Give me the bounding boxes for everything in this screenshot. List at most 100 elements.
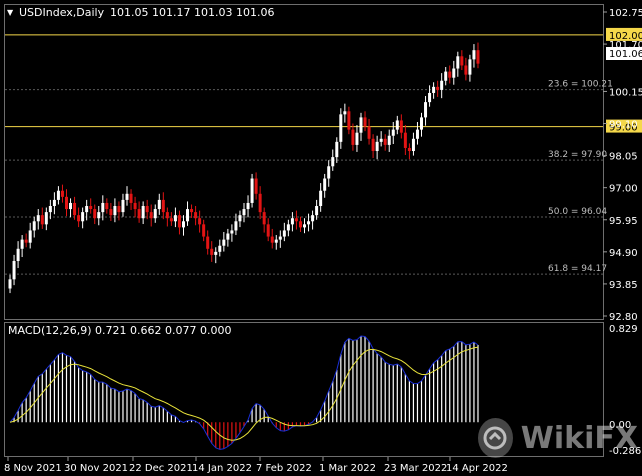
time-tick-label: 8 Nov 2021	[4, 463, 62, 474]
bull-candle	[468, 59, 472, 75]
price-tick-label: 97.00	[609, 184, 638, 195]
bear-candle	[210, 248, 214, 255]
price-tick-label: 94.90	[609, 248, 638, 259]
bear-candle	[145, 206, 149, 213]
macd-top-label: 0.829	[609, 324, 638, 335]
bear-candle	[262, 212, 266, 225]
bull-candle	[282, 230, 286, 237]
bull-candle	[81, 212, 85, 222]
wikifx-logo-icon	[478, 418, 513, 458]
main-panel-frame	[4, 4, 604, 320]
collapse-arrow-icon[interactable]: ▼	[7, 8, 14, 17]
bear-candle	[407, 147, 411, 152]
bull-candle	[242, 209, 246, 216]
bull-candle	[303, 224, 307, 228]
bull-candle	[343, 111, 347, 115]
bear-candle	[399, 120, 403, 133]
bull-candle	[181, 221, 185, 228]
bull-candle	[307, 221, 311, 225]
current-price-label: 101.06	[609, 49, 642, 60]
bull-candle	[375, 141, 379, 152]
bull-candle	[331, 157, 335, 167]
bear-candle	[89, 206, 93, 210]
bear-candle	[105, 202, 109, 210]
bull-candle	[335, 141, 339, 158]
watermark: WikiFX	[478, 414, 638, 462]
price-tick-label: 102.75	[609, 8, 642, 19]
time-tick-label: 14 Apr 2022	[446, 463, 508, 474]
bear-candle	[73, 202, 77, 216]
bull-candle	[141, 206, 145, 219]
bear-candle	[476, 50, 480, 64]
bear-candle	[190, 209, 194, 213]
bull-candle	[69, 202, 73, 210]
bull-candle	[387, 135, 391, 145]
bull-candle	[8, 279, 12, 289]
bear-candle	[347, 111, 351, 130]
bear-candle	[93, 209, 97, 219]
price-chart[interactable]: 23.6 = 100.21 38.2 = 97.90 50.0 = 96.04 61.…	[0, 0, 642, 476]
bull-candle	[355, 132, 359, 145]
price-tick-label: 98.05	[609, 152, 638, 163]
watermark-text: WikiFX	[520, 420, 638, 456]
bear-candle	[109, 209, 113, 216]
macd-line	[9, 335, 479, 450]
bull-candle	[472, 50, 476, 60]
bear-candle	[298, 221, 302, 228]
bear-candle	[403, 132, 407, 148]
bear-candle	[137, 209, 141, 219]
candlesticks	[8, 42, 480, 294]
bull-candle	[274, 239, 278, 243]
bull-candle	[379, 138, 383, 142]
bear-candle	[194, 212, 198, 219]
bull-candle	[286, 224, 290, 231]
bull-candle	[28, 230, 32, 243]
bull-candle	[420, 117, 424, 130]
fib-level-label: 23.6 = 100.21	[548, 80, 613, 90]
bull-candle	[444, 71, 448, 81]
bull-candle	[153, 209, 157, 219]
bull-candle	[20, 239, 24, 249]
price-tick-label: 100.15	[609, 87, 642, 98]
bull-candle	[411, 138, 415, 152]
bull-candle	[234, 221, 238, 231]
bull-candle	[52, 199, 56, 207]
bull-candle	[391, 129, 395, 136]
bull-candle	[428, 92, 432, 103]
bull-candle	[359, 117, 363, 133]
bear-candle	[117, 206, 121, 213]
bear-candle	[266, 224, 270, 237]
bull-candle	[121, 199, 125, 213]
bull-candle	[157, 199, 161, 210]
bear-candle	[177, 215, 181, 228]
bull-candle	[278, 236, 282, 240]
bear-candle	[60, 190, 64, 197]
bear-candle	[77, 215, 81, 222]
bull-candle	[101, 202, 105, 213]
bull-candle	[456, 56, 460, 69]
bull-candle	[226, 233, 230, 240]
horizontal-levels[interactable]: 102.0099.00	[5, 27, 642, 134]
bear-candle	[24, 239, 28, 243]
bull-candle	[16, 248, 20, 262]
bear-candle	[294, 218, 298, 222]
bull-candle	[48, 206, 52, 213]
bull-candle	[290, 218, 294, 225]
bull-candle	[44, 212, 48, 225]
bull-candle	[56, 190, 60, 200]
bear-candle	[169, 218, 173, 222]
bull-candle	[452, 68, 456, 78]
bull-candle	[440, 80, 444, 90]
bull-candle	[246, 202, 250, 210]
fibonacci-levels: 23.6 = 100.21 38.2 = 97.90 50.0 = 96.04 61.…	[5, 80, 613, 275]
chart-window[interactable]: 23.6 = 100.21 38.2 = 97.90 50.0 = 96.04 61.…	[0, 0, 642, 476]
time-tick-label: 7 Feb 2022	[256, 463, 312, 474]
bull-candle	[238, 215, 242, 222]
bull-candle	[32, 221, 36, 231]
bear-candle	[464, 65, 468, 75]
bear-candle	[149, 212, 153, 219]
bear-candle	[383, 138, 387, 145]
bear-candle	[129, 193, 133, 203]
time-axis: 8 Nov 2021 30 Nov 2021 22 Dec 2021 14 Jan 2…	[4, 457, 508, 474]
bear-candle	[448, 71, 452, 78]
